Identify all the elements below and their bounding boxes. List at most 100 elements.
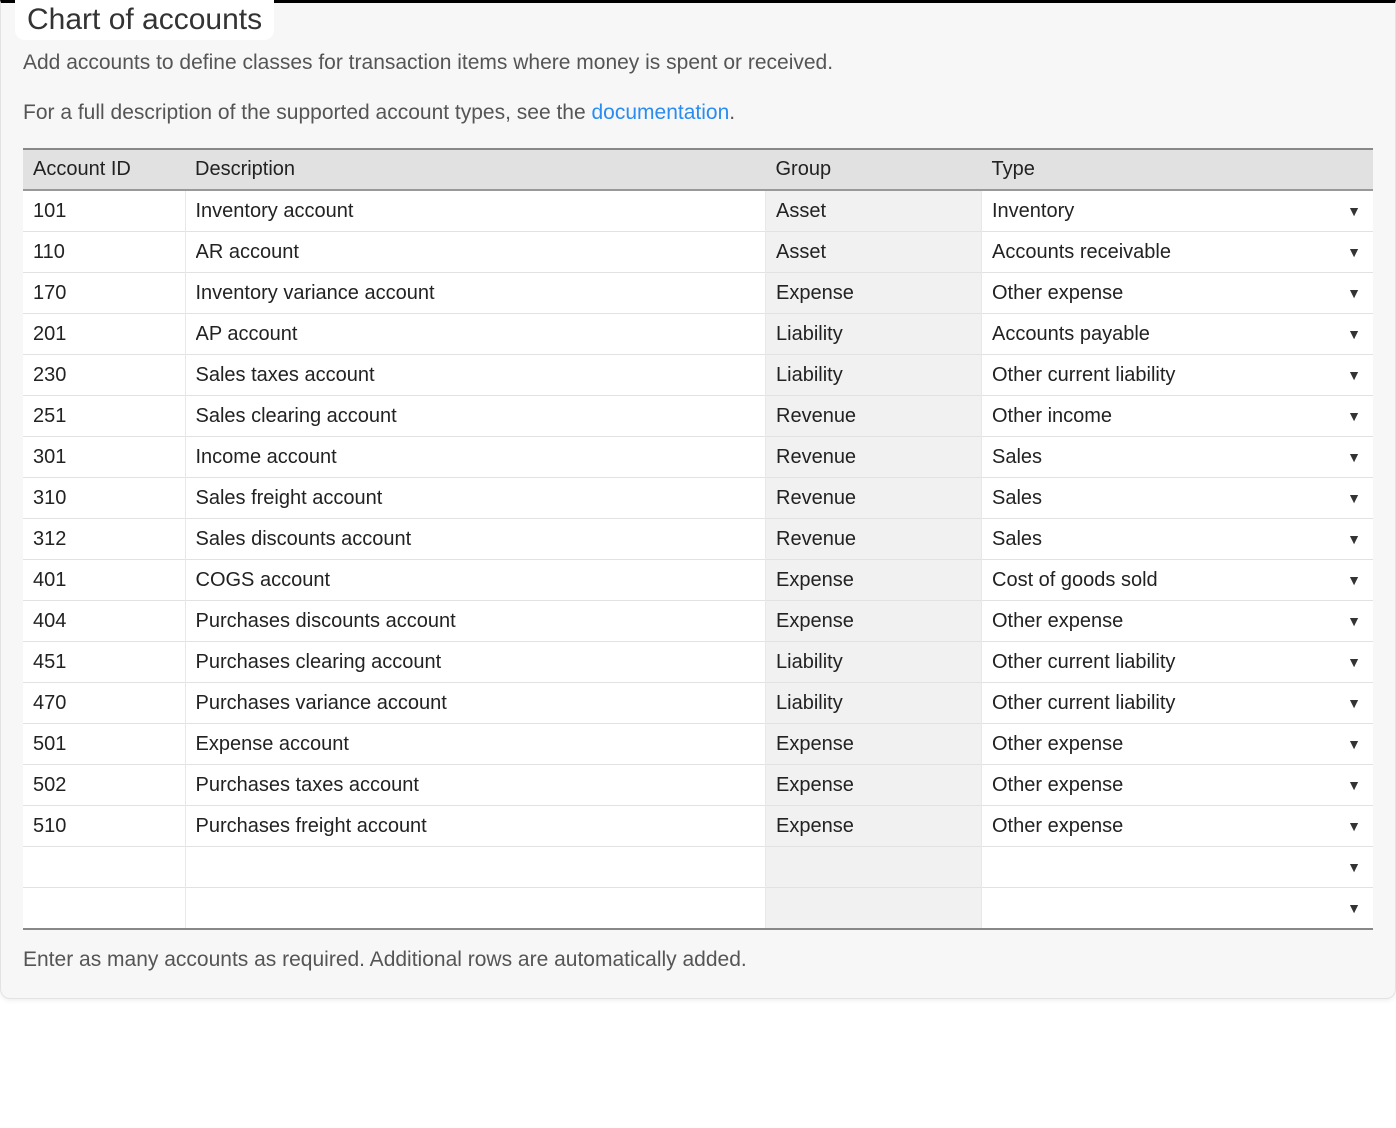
table-row: ExpenseOther expense▼	[23, 765, 1373, 806]
header-description: Description	[185, 149, 766, 190]
type-select[interactable]: Cost of goods sold	[982, 560, 1373, 600]
type-select[interactable]: Inventory	[982, 191, 1373, 231]
group-cell: Liability	[766, 683, 982, 724]
type-select[interactable]: Other expense	[982, 601, 1373, 641]
intro-line-2-suffix: .	[729, 101, 735, 124]
account-id-input[interactable]	[23, 191, 185, 231]
description-input[interactable]	[186, 355, 766, 395]
description-input[interactable]	[186, 765, 766, 805]
account-id-input[interactable]	[23, 683, 185, 723]
type-select[interactable]: Other income	[982, 396, 1373, 436]
table-row: AssetAccounts receivable▼	[23, 232, 1373, 273]
type-select[interactable]: Other expense	[982, 765, 1373, 805]
type-select[interactable]: Sales	[982, 478, 1373, 518]
account-id-input[interactable]	[23, 396, 185, 436]
description-input[interactable]	[186, 437, 766, 477]
type-select[interactable]: Other expense	[982, 273, 1373, 313]
type-select[interactable]: Sales	[982, 519, 1373, 559]
table-row: AssetInventory▼	[23, 190, 1373, 232]
account-id-input[interactable]	[23, 478, 185, 518]
group-cell: Revenue	[766, 396, 982, 437]
account-id-input[interactable]	[23, 601, 185, 641]
group-cell: Liability	[766, 642, 982, 683]
type-select[interactable]: Other current liability	[982, 642, 1373, 682]
description-input[interactable]	[186, 847, 766, 887]
group-cell: Revenue	[766, 437, 982, 478]
table-row: ExpenseOther expense▼	[23, 273, 1373, 314]
documentation-link[interactable]: documentation	[592, 101, 730, 124]
type-select[interactable]	[982, 888, 1373, 928]
account-id-input[interactable]	[23, 847, 185, 887]
accounts-table: Account ID Description Group Type AssetI…	[23, 148, 1373, 930]
description-input[interactable]	[186, 806, 766, 846]
group-cell: Expense	[766, 724, 982, 765]
description-input[interactable]	[186, 396, 766, 436]
account-id-input[interactable]	[23, 437, 185, 477]
account-id-input[interactable]	[23, 519, 185, 559]
account-id-input[interactable]	[23, 888, 185, 928]
account-id-input[interactable]	[23, 273, 185, 313]
table-row: RevenueSales▼	[23, 437, 1373, 478]
type-select[interactable]: Sales	[982, 437, 1373, 477]
account-id-input[interactable]	[23, 765, 185, 805]
description-input[interactable]	[186, 888, 766, 928]
group-cell: Revenue	[766, 478, 982, 519]
account-id-input[interactable]	[23, 724, 185, 764]
account-id-input[interactable]	[23, 560, 185, 600]
type-select[interactable]: Other expense	[982, 806, 1373, 846]
table-row: LiabilityOther current liability▼	[23, 642, 1373, 683]
account-id-input[interactable]	[23, 232, 185, 272]
group-cell	[766, 847, 982, 888]
table-row: RevenueSales▼	[23, 519, 1373, 560]
account-id-input[interactable]	[23, 806, 185, 846]
group-cell: Liability	[766, 355, 982, 396]
table-row: LiabilityAccounts payable▼	[23, 314, 1373, 355]
table-row: RevenueSales▼	[23, 478, 1373, 519]
panel-footnote: Enter as many accounts as required. Addi…	[23, 948, 1373, 972]
header-account-id: Account ID	[23, 149, 185, 190]
header-group: Group	[766, 149, 982, 190]
description-input[interactable]	[186, 724, 766, 764]
account-id-input[interactable]	[23, 314, 185, 354]
type-select[interactable]: Other current liability	[982, 355, 1373, 395]
group-cell: Expense	[766, 806, 982, 847]
group-cell: Expense	[766, 765, 982, 806]
table-row: ExpenseOther expense▼	[23, 601, 1373, 642]
description-input[interactable]	[186, 314, 766, 354]
group-cell: Expense	[766, 560, 982, 601]
group-cell: Asset	[766, 190, 982, 232]
table-row: LiabilityOther current liability▼	[23, 683, 1373, 724]
type-select[interactable]: Other expense	[982, 724, 1373, 764]
description-input[interactable]	[186, 683, 766, 723]
table-row: ExpenseOther expense▼	[23, 806, 1373, 847]
type-select[interactable]	[982, 847, 1373, 887]
description-input[interactable]	[186, 601, 766, 641]
account-id-input[interactable]	[23, 642, 185, 682]
description-input[interactable]	[186, 478, 766, 518]
panel-title: Chart of accounts	[15, 0, 274, 40]
type-select[interactable]: Accounts payable	[982, 314, 1373, 354]
type-select[interactable]: Accounts receivable	[982, 232, 1373, 272]
type-select[interactable]: Other current liability	[982, 683, 1373, 723]
panel-intro: Add accounts to define classes for trans…	[23, 47, 1373, 128]
intro-line-2: For a full description of the supported …	[23, 97, 1373, 129]
intro-line-1: Add accounts to define classes for trans…	[23, 47, 1373, 79]
table-row: RevenueOther income▼	[23, 396, 1373, 437]
group-cell: Asset	[766, 232, 982, 273]
intro-line-2-prefix: For a full description of the supported …	[23, 101, 592, 124]
account-id-input[interactable]	[23, 355, 185, 395]
description-input[interactable]	[186, 273, 766, 313]
group-cell: Liability	[766, 314, 982, 355]
table-row: ▼	[23, 888, 1373, 930]
description-input[interactable]	[186, 642, 766, 682]
description-input[interactable]	[186, 560, 766, 600]
description-input[interactable]	[186, 191, 766, 231]
chart-of-accounts-panel: Chart of accounts Add accounts to define…	[0, 0, 1396, 999]
description-input[interactable]	[186, 519, 766, 559]
description-input[interactable]	[186, 232, 766, 272]
table-row: ▼	[23, 847, 1373, 888]
header-type: Type	[982, 149, 1374, 190]
group-cell: Revenue	[766, 519, 982, 560]
table-row: ExpenseOther expense▼	[23, 724, 1373, 765]
group-cell: Expense	[766, 601, 982, 642]
